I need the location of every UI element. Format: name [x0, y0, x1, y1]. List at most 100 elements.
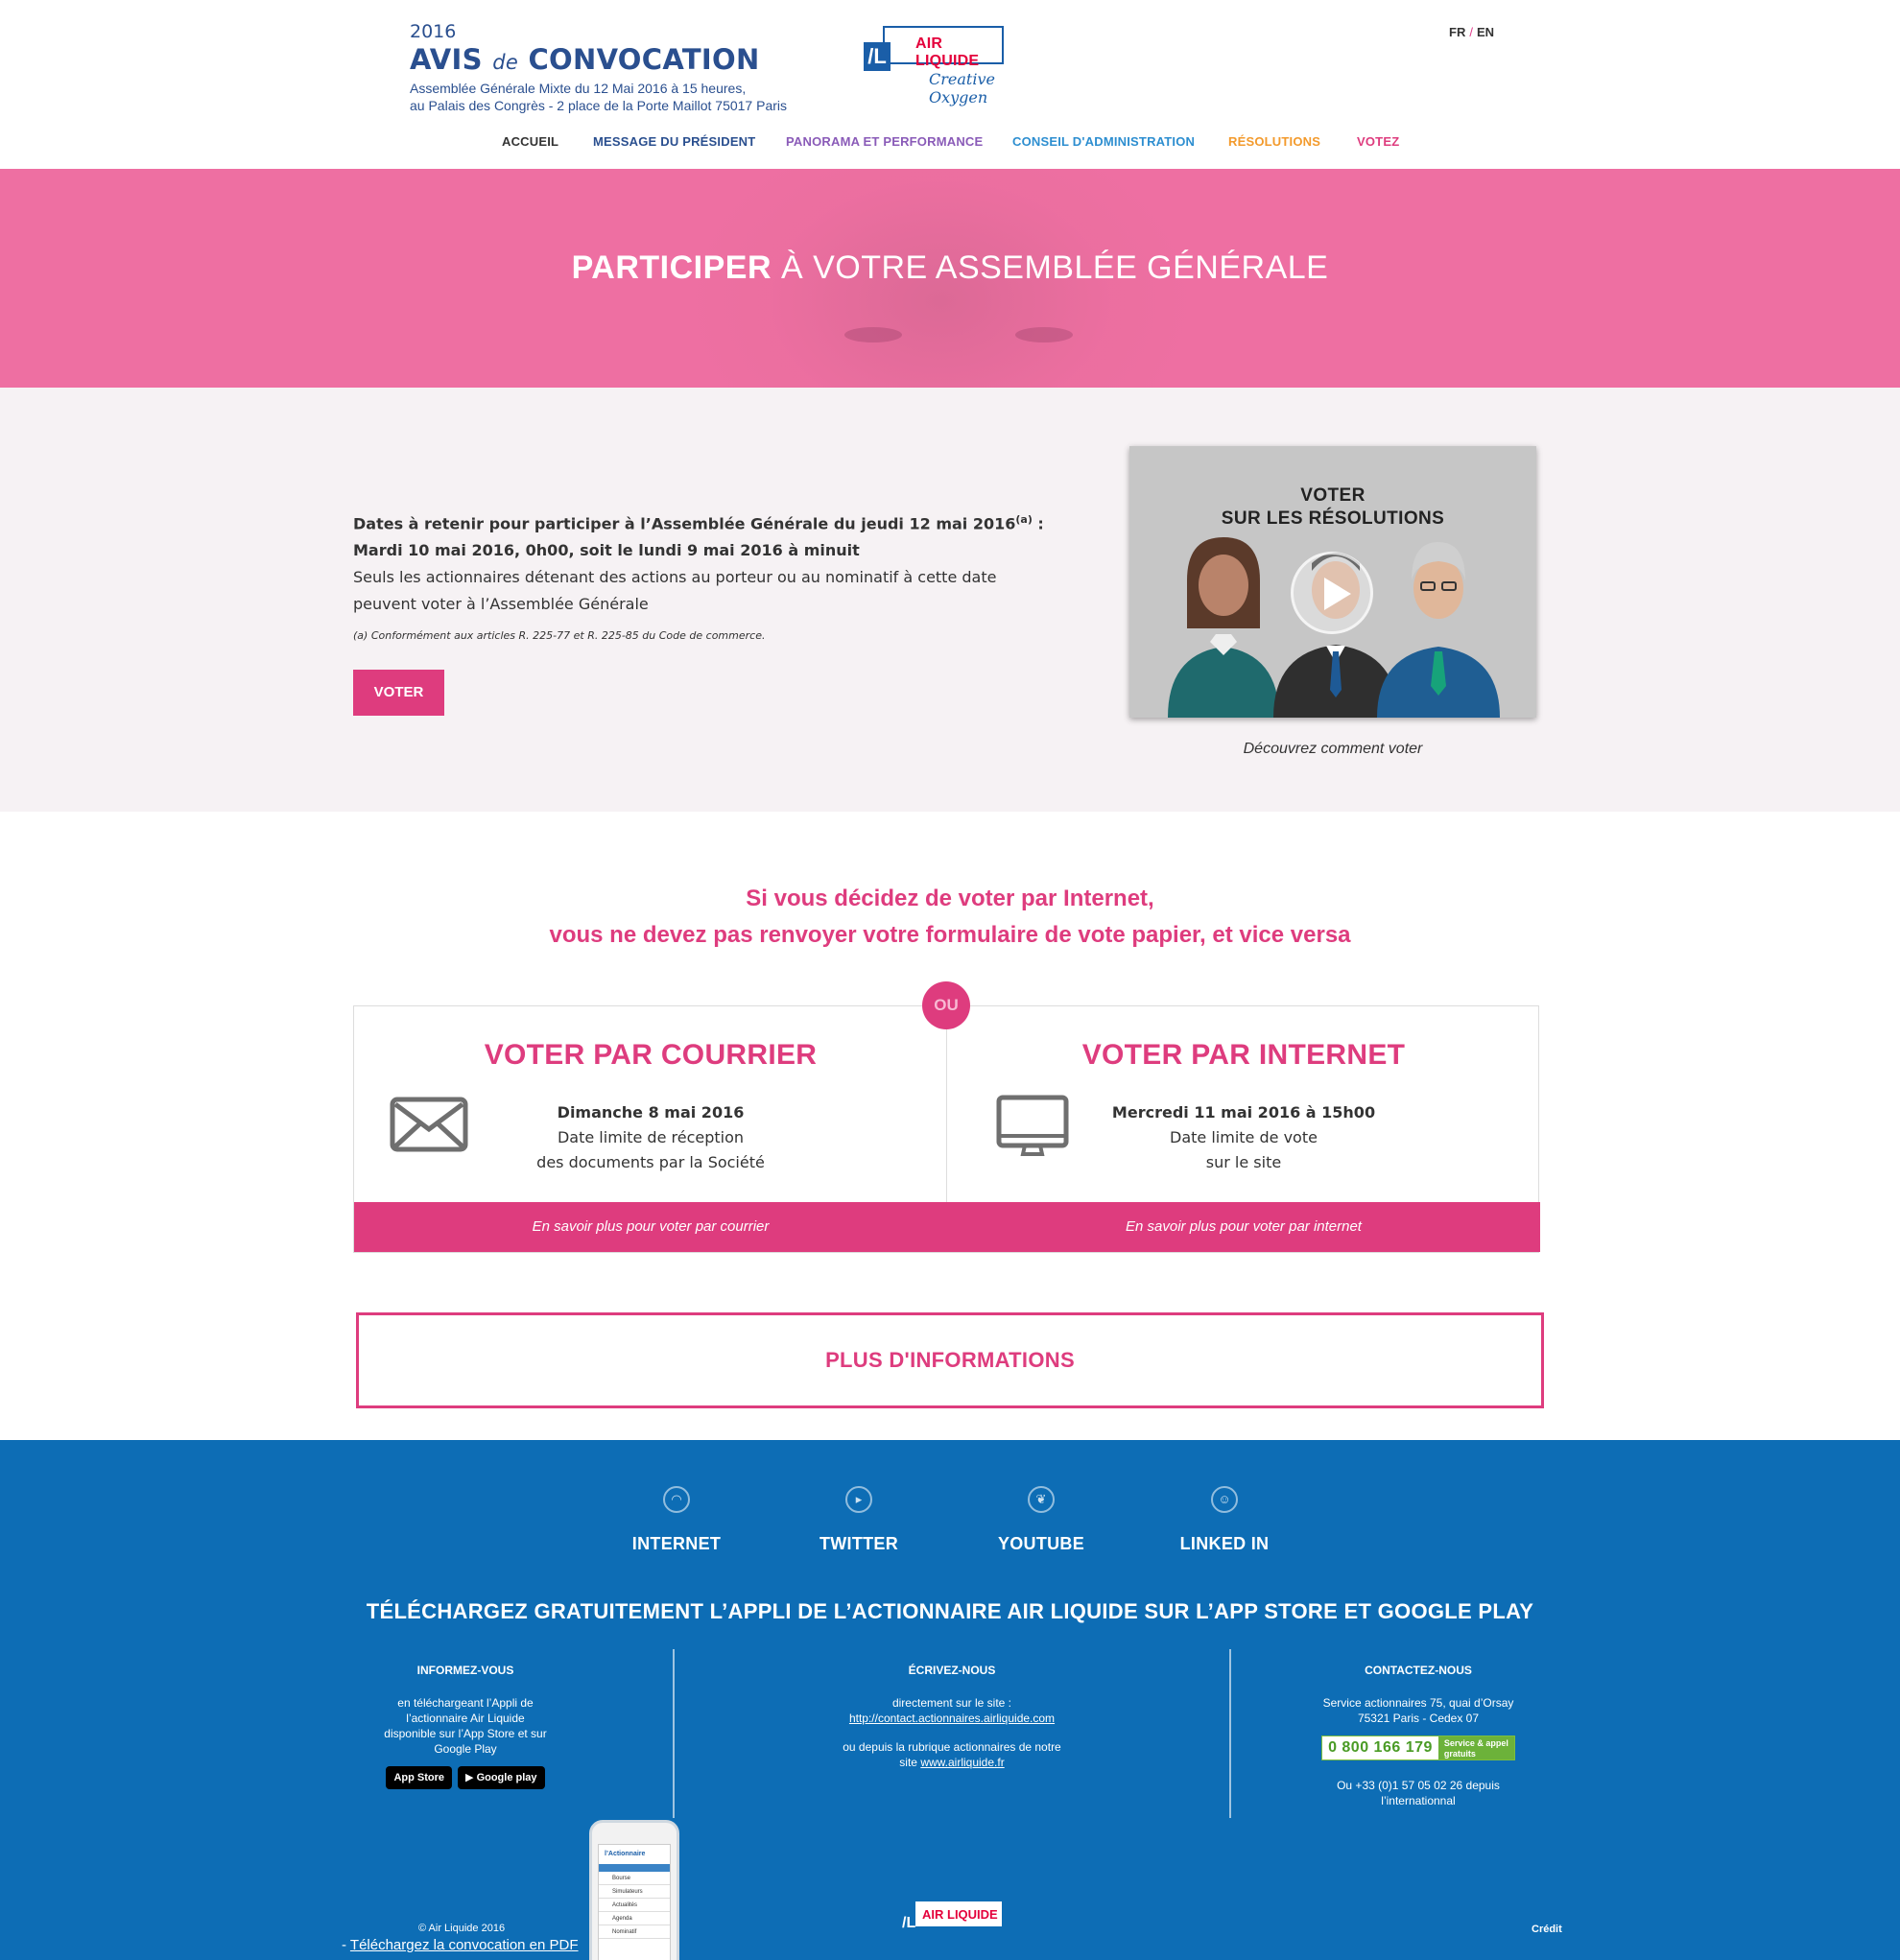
vote-courrier-card: VOTER PAR COURRIER Dimanche 8 mai 2016 D… [354, 1006, 947, 1252]
air-liquide-logo[interactable]: AIR LIQUIDE /L Creative Oxygen [864, 26, 1036, 106]
play-icon[interactable] [1291, 552, 1373, 634]
footer-col-informez-text-1: en téléchargeant l’Appli de [397, 1696, 534, 1710]
dates-heading: Dates à retenir pour participer à l’Asse… [353, 507, 1044, 537]
footer-logo-name: AIR LIQUIDE [922, 1907, 998, 1922]
social-internet-label: INTERNET [631, 1534, 722, 1553]
dates-heading-text: Dates à retenir pour participer à l’Asse… [353, 514, 1016, 533]
phone-free-line-2: gratuits [1443, 1749, 1476, 1759]
app-phone-screen: l’Actionnaire Bourse Simulateurs Actuali… [598, 1844, 671, 1960]
app-menu-item: Bourse [599, 1872, 670, 1885]
brand-block[interactable]: 2016 AVIS de CONVOCATION Assemblée Génér… [410, 21, 787, 114]
hero-banner: PARTICIPER À VOTRE ASSEMBLÉE GÉNÉRALE [0, 169, 1900, 388]
dates-record-date: Mardi 10 mai 2016, 0h00, soit le lundi 9… [353, 541, 860, 560]
lang-en[interactable]: EN [1477, 25, 1494, 39]
app-phone-mockup: l’Actionnaire Bourse Simulateurs Actuali… [589, 1820, 679, 1960]
nav-accueil[interactable]: ACCUEIL [502, 134, 558, 149]
vote-internet-link[interactable]: En savoir plus pour voter par internet [947, 1202, 1540, 1252]
nav-message-du-president[interactable]: MESSAGE DU PRÉSIDENT [593, 134, 755, 149]
dates-description: Seuls les actionnaires détenant des acti… [353, 568, 997, 614]
nav-conseil-administration[interactable]: CONSEIL D'ADMINISTRATION [1012, 134, 1195, 149]
app-menu-item: Simulateurs [599, 1885, 670, 1899]
phone-number: 0 800 166 179 [1328, 1739, 1433, 1756]
ou-badge: OU [922, 981, 970, 1029]
phone-number-badge[interactable]: 0 800 166 179 Service & appel gratuits [1321, 1736, 1515, 1760]
dates-heading-colon: : [1032, 514, 1044, 533]
language-switcher: FR / EN [1449, 25, 1494, 39]
vote-internet-desc-1: Date limite de vote [1170, 1128, 1318, 1146]
phone-free-badge: Service & appel gratuits [1437, 1736, 1514, 1759]
footer-col-informez-text-3: disponible sur l’App Store et sur [384, 1727, 547, 1740]
vote-courrier-desc-1: Date limite de réception [557, 1128, 745, 1146]
plus-informations-button[interactable]: PLUS D'INFORMATIONS [356, 1312, 1544, 1408]
footer-logo-box: AIR LIQUIDE [915, 1901, 1002, 1926]
footer-col-ecrivez-title: ÉCRIVEZ-NOUS [908, 1664, 996, 1677]
app-download-title: TÉLÉCHARGEZ GRATUITEMENT L’APPLI DE L’AC… [366, 1599, 1534, 1623]
hero-eye-left [844, 327, 902, 342]
hero-title: PARTICIPER À VOTRE ASSEMBLÉE GÉNÉRALE [0, 249, 1900, 287]
footer-logo[interactable]: AIR LIQUIDE /L [900, 1900, 1004, 1938]
brand-title-convocation: CONVOCATION [528, 43, 760, 76]
footer-col-contactez-text-1: Service actionnaires 75, quai d’Orsay [1322, 1696, 1514, 1710]
credit-link[interactable]: Crédit [1532, 1924, 1562, 1935]
brand-title: AVIS de CONVOCATION [410, 42, 787, 80]
dates-footnote-ref: (a) [1015, 513, 1033, 526]
nav-panorama-et-performance[interactable]: PANORAMA ET PERFORMANCE [786, 134, 983, 149]
app-screen-banner [599, 1864, 670, 1872]
vote-courrier-link[interactable]: En savoir plus pour voter par courrier [354, 1202, 947, 1252]
logo-box: AIR LIQUIDE [883, 26, 1004, 69]
brand-subtitle-2: au Palais des Congrès - 2 place de la Po… [410, 98, 787, 113]
video-caption: Découvrez comment voter [1243, 741, 1423, 757]
copyright: © Air Liquide 2016 [418, 1923, 506, 1934]
vote-internet-info: Mercredi 11 mai 2016 à 15h00 Date limite… [947, 1100, 1540, 1175]
vote-courrier-date: Dimanche 8 mai 2016 [557, 1103, 745, 1122]
dates-block: Dates à retenir pour participer à l’Asse… [353, 507, 1044, 642]
app-store-badge[interactable]: App Store [386, 1766, 453, 1789]
hero-eye-right [1015, 327, 1073, 342]
google-play-badge[interactable]: ▶ Google play [458, 1766, 545, 1789]
contact-actionnaires-link[interactable]: http://contact.actionnaires.airliquide.c… [849, 1712, 1055, 1725]
vote-warning-line-2: vous ne devez pas renvoyer votre formula… [549, 922, 1351, 948]
phone-free-line-1: Service & appel [1443, 1738, 1508, 1748]
pdf-prefix: - [342, 1937, 350, 1953]
main-nav: ACCUEIL MESSAGE DU PRÉSIDENT PANORAMA ET… [0, 134, 1900, 153]
social-youtube[interactable]: ❦ YOUTUBE [969, 1486, 1113, 1554]
footer-col-ecrivez: ÉCRIVEZ-NOUS directement sur le site : h… [798, 1663, 1105, 1770]
footer-logo-mark-icon: /L [902, 1915, 916, 1931]
leaf-icon: ❦ [1028, 1486, 1055, 1513]
nav-resolutions[interactable]: RÉSOLUTIONS [1228, 134, 1320, 149]
footer-col-informez-text-4: Google Play [434, 1742, 497, 1756]
dates-footnote: (a) Conformément aux articles R. 225-77 … [353, 629, 766, 643]
play-icon: ▸ [845, 1486, 872, 1513]
pdf-download-link[interactable]: Téléchargez la convocation en PDF [350, 1937, 579, 1953]
footer-divider-2 [1229, 1649, 1231, 1818]
app-store-label: App Store [393, 1772, 445, 1783]
social-linkedin[interactable]: ☺ LINKED IN [1152, 1486, 1296, 1554]
vote-internet-title: VOTER PAR INTERNET [1081, 1039, 1406, 1071]
hero-title-bold: PARTICIPER [571, 249, 772, 286]
footer-col-ecrivez-text-3: site [899, 1756, 917, 1769]
pdf-download: - Téléchargez la convocation en PDF [342, 1937, 579, 1953]
logo-name: AIR LIQUIDE [915, 35, 980, 69]
app-menu-item: Nominatif [599, 1925, 670, 1939]
nav-votez[interactable]: VOTEZ [1357, 134, 1399, 149]
vote-options: VOTER PAR COURRIER Dimanche 8 mai 2016 D… [353, 1005, 1540, 1253]
google-play-label: Google play [476, 1772, 537, 1783]
voter-button[interactable]: VOTER [353, 670, 444, 716]
footer: ◠ INTERNET ▸ TWITTER ❦ YOUTUBE ☺ LINKED … [0, 1440, 1900, 1960]
lang-fr[interactable]: FR [1449, 25, 1465, 39]
footer-col-contactez: CONTACTEZ-NOUS Service actionnaires 75, … [1284, 1663, 1553, 1808]
logo-tagline: Creative Oxygen [929, 70, 995, 106]
footer-col-contactez-text-4: l’internationnal [1381, 1794, 1456, 1807]
social-internet[interactable]: ◠ INTERNET [605, 1486, 748, 1554]
brand-year: 2016 [410, 21, 457, 42]
brand-title-de: de [492, 51, 519, 74]
vote-warning-heading: Si vous décidez de voter par Internet, v… [0, 881, 1900, 954]
social-twitter[interactable]: ▸ TWITTER [787, 1486, 931, 1554]
footer-col-ecrivez-text-2: ou depuis la rubrique actionnaires de no… [843, 1740, 1061, 1754]
airliquide-site-link[interactable]: www.airliquide.fr [920, 1756, 1004, 1769]
app-screen-title: l’Actionnaire [605, 1851, 646, 1857]
video-thumbnail[interactable]: VOTER SUR LES RÉSOLUTIONS [1129, 446, 1536, 718]
vote-courrier-desc-2: des documents par la Société [536, 1153, 765, 1171]
footer-col-ecrivez-text-1: directement sur le site : [891, 1696, 1012, 1710]
footer-divider-1 [673, 1649, 675, 1818]
